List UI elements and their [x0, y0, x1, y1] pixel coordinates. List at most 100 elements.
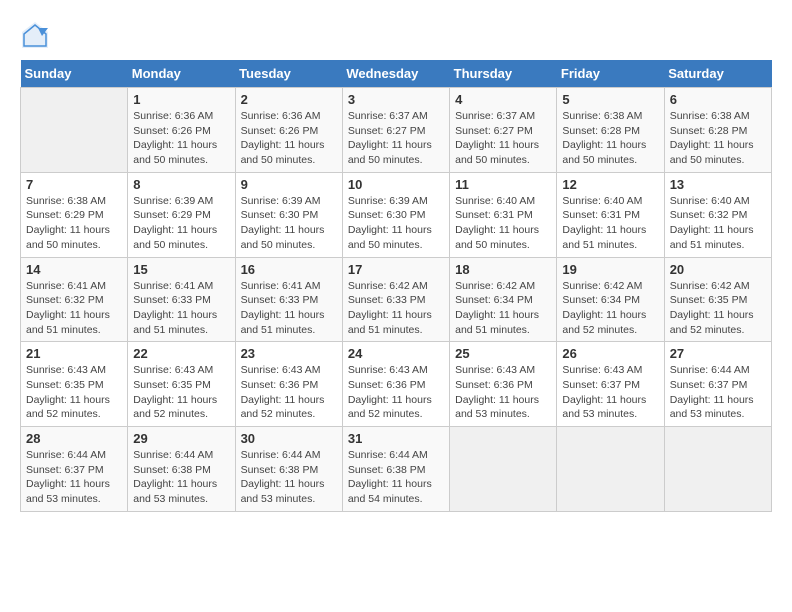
header-wednesday: Wednesday [342, 60, 449, 88]
day-info: Sunrise: 6:37 AM Sunset: 6:27 PM Dayligh… [348, 109, 444, 168]
day-number: 22 [133, 346, 229, 361]
calendar-cell: 22 Sunrise: 6:43 AM Sunset: 6:35 PM Dayli… [128, 342, 235, 427]
day-info: Sunrise: 6:44 AM Sunset: 6:38 PM Dayligh… [133, 448, 229, 507]
day-number: 15 [133, 262, 229, 277]
week-row-0: 1Sunrise: 6:36 AM Sunset: 6:26 PM Daylig… [21, 88, 772, 173]
day-info: Sunrise: 6:42 AM Sunset: 6:33 PM Dayligh… [348, 279, 444, 338]
day-number: 10 [348, 177, 444, 192]
day-number: 27 [670, 346, 766, 361]
calendar-cell: 29Sunrise: 6:44 AM Sunset: 6:38 PM Dayli… [128, 427, 235, 512]
header-row: SundayMondayTuesdayWednesdayThursdayFrid… [21, 60, 772, 88]
day-number: 5 [562, 92, 658, 107]
calendar-cell: 21Sunrise: 6:43 AM Sunset: 6:35 PM Dayli… [21, 342, 128, 427]
calendar-cell: 30 Sunrise: 6:44 AM Sunset: 6:38 PM Dayli… [235, 427, 342, 512]
calendar-cell: 3 Sunrise: 6:37 AM Sunset: 6:27 PM Daylig… [342, 88, 449, 173]
day-info: Sunrise: 6:43 AM Sunset: 6:37 PM Dayligh… [562, 363, 658, 422]
day-number: 13 [670, 177, 766, 192]
day-number: 26 [562, 346, 658, 361]
day-info: Sunrise: 6:36 AM Sunset: 6:26 PM Dayligh… [241, 109, 337, 168]
day-number: 2 [241, 92, 337, 107]
header-sunday: Sunday [21, 60, 128, 88]
week-row-4: 28 Sunrise: 6:44 AM Sunset: 6:37 PM Dayli… [21, 427, 772, 512]
day-info: Sunrise: 6:41 AM Sunset: 6:33 PM Dayligh… [133, 279, 229, 338]
day-info: Sunrise: 6:39 AM Sunset: 6:30 PM Dayligh… [348, 194, 444, 253]
day-info: Sunrise: 6:43 AM Sunset: 6:35 PM Dayligh… [26, 363, 122, 422]
day-number: 4 [455, 92, 551, 107]
day-info: Sunrise: 6:44 AM Sunset: 6:37 PM Dayligh… [670, 363, 766, 422]
calendar-cell: 14Sunrise: 6:41 AM Sunset: 6:32 PM Dayli… [21, 257, 128, 342]
day-info: Sunrise: 6:41 AM Sunset: 6:33 PM Dayligh… [241, 279, 337, 338]
calendar-cell: 5 Sunrise: 6:38 AM Sunset: 6:28 PM Daylig… [557, 88, 664, 173]
calendar-cell [21, 88, 128, 173]
calendar-cell: 27 Sunrise: 6:44 AM Sunset: 6:37 PM Dayli… [664, 342, 771, 427]
day-info: Sunrise: 6:36 AM Sunset: 6:26 PM Dayligh… [133, 109, 229, 168]
calendar-cell: 12 Sunrise: 6:40 AM Sunset: 6:31 PM Dayli… [557, 172, 664, 257]
calendar-cell: 1Sunrise: 6:36 AM Sunset: 6:26 PM Daylig… [128, 88, 235, 173]
calendar-cell: 31 Sunrise: 6:44 AM Sunset: 6:38 PM Dayli… [342, 427, 449, 512]
calendar-cell: 23 Sunrise: 6:43 AM Sunset: 6:36 PM Dayli… [235, 342, 342, 427]
day-number: 30 [241, 431, 337, 446]
day-number: 3 [348, 92, 444, 107]
calendar-cell: 4 Sunrise: 6:37 AM Sunset: 6:27 PM Daylig… [450, 88, 557, 173]
calendar-cell: 24 Sunrise: 6:43 AM Sunset: 6:36 PM Dayli… [342, 342, 449, 427]
day-number: 20 [670, 262, 766, 277]
logo [20, 20, 52, 50]
day-number: 16 [241, 262, 337, 277]
week-row-2: 14Sunrise: 6:41 AM Sunset: 6:32 PM Dayli… [21, 257, 772, 342]
day-info: Sunrise: 6:38 AM Sunset: 6:28 PM Dayligh… [670, 109, 766, 168]
header-monday: Monday [128, 60, 235, 88]
week-row-1: 7 Sunrise: 6:38 AM Sunset: 6:29 PM Daylig… [21, 172, 772, 257]
calendar-cell: 28 Sunrise: 6:44 AM Sunset: 6:37 PM Dayli… [21, 427, 128, 512]
day-number: 31 [348, 431, 444, 446]
day-info: Sunrise: 6:41 AM Sunset: 6:32 PM Dayligh… [26, 279, 122, 338]
day-number: 7 [26, 177, 122, 192]
day-info: Sunrise: 6:44 AM Sunset: 6:37 PM Dayligh… [26, 448, 122, 507]
calendar-cell: 11Sunrise: 6:40 AM Sunset: 6:31 PM Dayli… [450, 172, 557, 257]
calendar-cell: 16 Sunrise: 6:41 AM Sunset: 6:33 PM Dayli… [235, 257, 342, 342]
header-saturday: Saturday [664, 60, 771, 88]
day-info: Sunrise: 6:43 AM Sunset: 6:36 PM Dayligh… [241, 363, 337, 422]
day-info: Sunrise: 6:42 AM Sunset: 6:34 PM Dayligh… [562, 279, 658, 338]
calendar-cell: 6 Sunrise: 6:38 AM Sunset: 6:28 PM Daylig… [664, 88, 771, 173]
calendar-body: 1Sunrise: 6:36 AM Sunset: 6:26 PM Daylig… [21, 88, 772, 512]
calendar-cell: 9 Sunrise: 6:39 AM Sunset: 6:30 PM Daylig… [235, 172, 342, 257]
calendar-cell: 13Sunrise: 6:40 AM Sunset: 6:32 PM Dayli… [664, 172, 771, 257]
day-info: Sunrise: 6:37 AM Sunset: 6:27 PM Dayligh… [455, 109, 551, 168]
calendar-cell: 8Sunrise: 6:39 AM Sunset: 6:29 PM Daylig… [128, 172, 235, 257]
day-info: Sunrise: 6:43 AM Sunset: 6:35 PM Dayligh… [133, 363, 229, 422]
day-info: Sunrise: 6:39 AM Sunset: 6:30 PM Dayligh… [241, 194, 337, 253]
day-number: 11 [455, 177, 551, 192]
day-number: 9 [241, 177, 337, 192]
day-number: 25 [455, 346, 551, 361]
week-row-3: 21Sunrise: 6:43 AM Sunset: 6:35 PM Dayli… [21, 342, 772, 427]
day-info: Sunrise: 6:44 AM Sunset: 6:38 PM Dayligh… [241, 448, 337, 507]
logo-icon [20, 20, 50, 50]
day-number: 24 [348, 346, 444, 361]
calendar-cell: 2 Sunrise: 6:36 AM Sunset: 6:26 PM Daylig… [235, 88, 342, 173]
day-info: Sunrise: 6:42 AM Sunset: 6:35 PM Dayligh… [670, 279, 766, 338]
calendar-cell [664, 427, 771, 512]
calendar-cell: 7 Sunrise: 6:38 AM Sunset: 6:29 PM Daylig… [21, 172, 128, 257]
day-info: Sunrise: 6:38 AM Sunset: 6:28 PM Dayligh… [562, 109, 658, 168]
day-info: Sunrise: 6:42 AM Sunset: 6:34 PM Dayligh… [455, 279, 551, 338]
day-info: Sunrise: 6:43 AM Sunset: 6:36 PM Dayligh… [348, 363, 444, 422]
day-number: 19 [562, 262, 658, 277]
calendar-cell: 10 Sunrise: 6:39 AM Sunset: 6:30 PM Dayli… [342, 172, 449, 257]
calendar-cell: 15 Sunrise: 6:41 AM Sunset: 6:33 PM Dayli… [128, 257, 235, 342]
page-header [20, 20, 772, 50]
day-info: Sunrise: 6:43 AM Sunset: 6:36 PM Dayligh… [455, 363, 551, 422]
day-info: Sunrise: 6:38 AM Sunset: 6:29 PM Dayligh… [26, 194, 122, 253]
day-number: 6 [670, 92, 766, 107]
calendar-cell: 17Sunrise: 6:42 AM Sunset: 6:33 PM Dayli… [342, 257, 449, 342]
calendar-cell [557, 427, 664, 512]
day-number: 12 [562, 177, 658, 192]
day-number: 28 [26, 431, 122, 446]
day-info: Sunrise: 6:44 AM Sunset: 6:38 PM Dayligh… [348, 448, 444, 507]
calendar-cell: 26 Sunrise: 6:43 AM Sunset: 6:37 PM Dayli… [557, 342, 664, 427]
calendar-table: SundayMondayTuesdayWednesdayThursdayFrid… [20, 60, 772, 512]
header-friday: Friday [557, 60, 664, 88]
day-info: Sunrise: 6:40 AM Sunset: 6:31 PM Dayligh… [562, 194, 658, 253]
day-number: 23 [241, 346, 337, 361]
calendar-cell [450, 427, 557, 512]
calendar-cell: 19 Sunrise: 6:42 AM Sunset: 6:34 PM Dayli… [557, 257, 664, 342]
